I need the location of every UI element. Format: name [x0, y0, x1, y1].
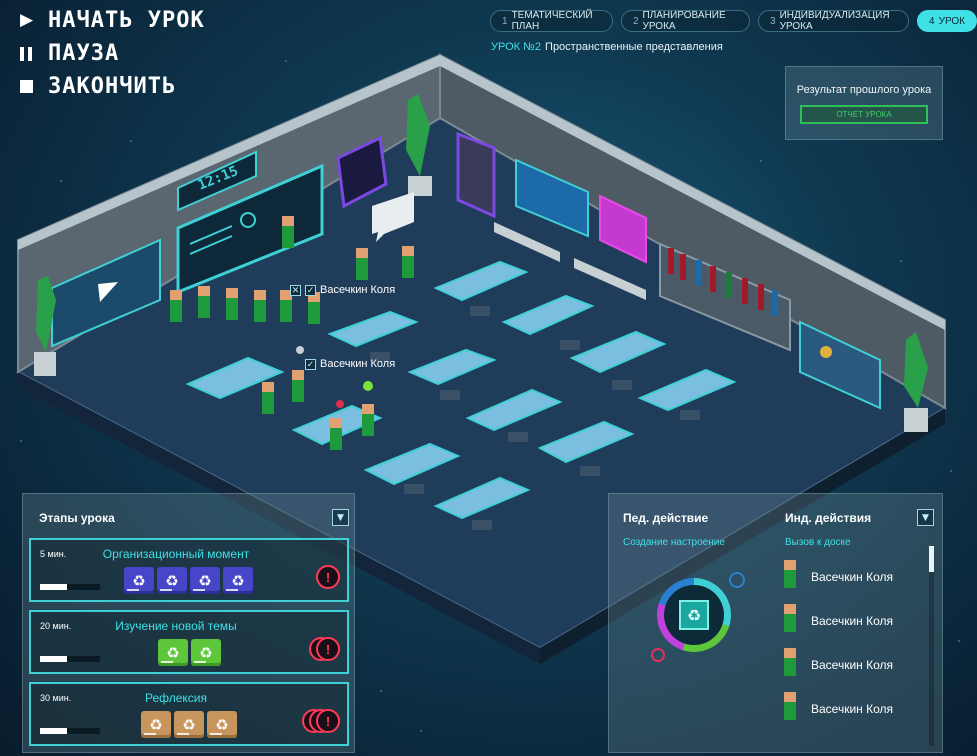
student-name: Васечкин Коля: [811, 658, 894, 672]
ind-action-title: Инд. действия: [785, 511, 872, 525]
chevron-down-icon[interactable]: ▼: [332, 509, 349, 526]
student-list-scrollbar[interactable]: [929, 546, 934, 746]
recycle-icon[interactable]: ♻: [207, 711, 237, 738]
student-avatar: [781, 604, 799, 638]
close-icon[interactable]: ✕: [290, 284, 301, 296]
stage-progress: [40, 656, 100, 662]
balloon-green: [363, 381, 373, 391]
recycle-icon[interactable]: ♻: [157, 567, 187, 594]
recycle-icon[interactable]: ♻: [158, 639, 188, 666]
exclamation-icon[interactable]: !: [316, 709, 340, 733]
previous-result-panel: Результат прошлого урока ОТЧЕТ УРОКА: [785, 66, 943, 140]
teacher-figure: [282, 216, 294, 248]
stage-cards: ♻ ♻: [158, 639, 221, 666]
stage-item[interactable]: 20 мин. Изучение новой темы ♻ ♻ !: [29, 610, 349, 674]
student-row[interactable]: Васечкин Коля: [781, 560, 893, 594]
student-name: Васечкин Коля: [811, 614, 894, 628]
student-tag-label: Васечкин Коля: [320, 284, 396, 296]
stage-item[interactable]: 30 мин. Рефлексия ♻ ♻ ♻ !: [29, 682, 349, 746]
student-row[interactable]: Васечкин Коля: [781, 648, 893, 682]
student-figure: [292, 370, 304, 402]
wheel-dot-icon: [651, 648, 665, 662]
chevron-down-icon[interactable]: ▼: [917, 509, 934, 526]
lesson-stages-panel: Этапы урока ▼ 5 мин. Организационный мом…: [22, 493, 355, 753]
stage-name: Рефлексия: [144, 691, 208, 705]
student-figure: [402, 246, 414, 278]
stage-item[interactable]: 5 мин. Организационный момент ♻ ♻ ♻ ♻ !: [29, 538, 349, 602]
ped-action-title: Пед. действие: [623, 511, 709, 525]
exclamation-icon[interactable]: !: [316, 637, 340, 661]
recycle-icon[interactable]: ♻: [223, 567, 253, 594]
stage-name: Изучение новой темы: [115, 619, 237, 633]
student-row[interactable]: Васечкин Коля: [781, 692, 893, 726]
recycle-icon[interactable]: ♻: [190, 567, 220, 594]
action-wheel[interactable]: ♻: [657, 578, 731, 652]
balloon-gray: [296, 346, 304, 354]
student-figure: [198, 286, 210, 318]
stages-title: Этапы урока: [39, 511, 115, 525]
scrollbar-thumb[interactable]: [929, 546, 934, 572]
student-figure: [254, 290, 266, 322]
actions-panel: Пед. действие Инд. действия ▼ Создание н…: [608, 493, 943, 753]
recycle-icon[interactable]: ♻: [141, 711, 171, 738]
recycle-icon[interactable]: ♻: [679, 600, 709, 630]
recycle-icon[interactable]: ♻: [174, 711, 204, 738]
door: [456, 131, 496, 219]
student-tag[interactable]: ✕ ✓ Васечкин Коля: [290, 284, 395, 296]
student-avatar: [781, 692, 799, 726]
ind-action-value: Вызов к доске: [785, 537, 851, 548]
student-figure: [330, 418, 342, 450]
wheel-dot-icon: [729, 572, 745, 588]
previous-result-title: Результат прошлого урока: [796, 84, 932, 96]
student-avatar: [781, 560, 799, 594]
recycle-icon[interactable]: ♻: [191, 639, 221, 666]
student-avatar: [781, 648, 799, 682]
student-figure: [362, 404, 374, 436]
lesson-report-button[interactable]: ОТЧЕТ УРОКА: [800, 105, 928, 124]
stage-progress: [40, 728, 100, 734]
student-tag[interactable]: ✓ Васечкин Коля: [305, 358, 395, 370]
stage-progress: [40, 584, 100, 590]
student-figure: [356, 248, 368, 280]
stage-cards: ♻ ♻ ♻ ♻: [124, 567, 253, 594]
student-tag-label: Васечкин Коля: [320, 358, 396, 370]
student-name: Васечкин Коля: [811, 702, 894, 716]
stage-cards: ♻ ♻ ♻: [141, 711, 237, 738]
trophy-icon: [820, 346, 832, 358]
checkbox-icon[interactable]: ✓: [305, 358, 316, 370]
recycle-icon[interactable]: ♻: [124, 567, 154, 594]
balloon-red: [336, 400, 344, 408]
student-figure: [226, 288, 238, 320]
exclamation-icon[interactable]: !: [316, 565, 340, 589]
ped-action-value: Создание настроение: [623, 537, 725, 548]
student-name: Васечкин Коля: [811, 570, 894, 584]
stage-name: Организационный момент: [102, 547, 250, 561]
student-figure: [308, 292, 320, 324]
student-figure: [262, 382, 274, 414]
checkbox-icon[interactable]: ✓: [305, 284, 316, 296]
student-row[interactable]: Васечкин Коля: [781, 604, 893, 638]
student-figure: [170, 290, 182, 322]
